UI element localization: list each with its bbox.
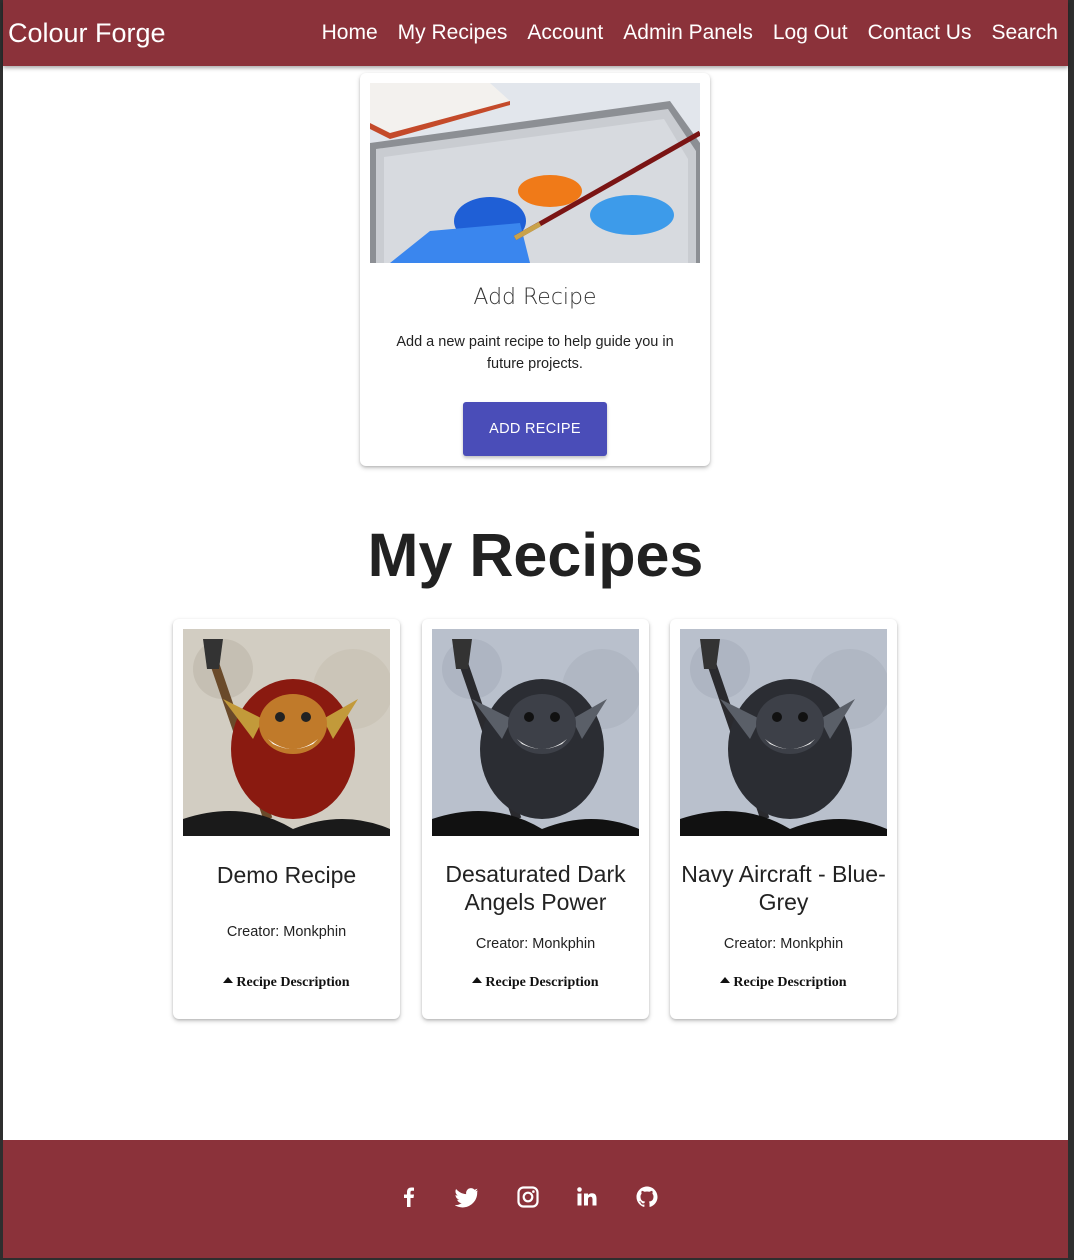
recipe-description-label: Recipe Description <box>236 975 350 990</box>
add-recipe-button[interactable]: ADD RECIPE <box>463 402 607 456</box>
footer <box>3 1140 1068 1258</box>
linkedin-icon[interactable] <box>575 1185 599 1209</box>
caret-up-icon <box>472 977 483 983</box>
add-recipe-title: Add Recipe <box>473 285 597 310</box>
nav-account[interactable]: Account <box>517 21 613 45</box>
twitter-icon[interactable] <box>454 1185 479 1209</box>
goblin-painter-image <box>183 629 390 836</box>
goblin-painter-image <box>432 629 639 836</box>
recipe-title: Desaturated Dark Angels Power <box>445 861 626 915</box>
facebook-icon[interactable] <box>397 1185 421 1209</box>
recipe-card[interactable]: Demo Recipe Creator: Monkphin Recipe Des… <box>173 619 400 1019</box>
recipe-title: Demo Recipe <box>216 862 357 888</box>
page: Colour Forge Home My Recipes Account Adm… <box>3 0 1068 1258</box>
caret-up-icon <box>223 977 234 983</box>
recipe-description-toggle[interactable]: Recipe Description <box>422 975 649 991</box>
page-title: My Recipes <box>367 521 704 589</box>
nav-my-recipes[interactable]: My Recipes <box>388 21 518 45</box>
recipe-card[interactable]: Navy Aircraft - Blue-Grey Creator: Monkp… <box>670 619 897 1019</box>
recipe-title: Navy Aircraft - Blue-Grey <box>681 861 886 915</box>
github-icon[interactable] <box>635 1185 659 1209</box>
recipe-creator: Creator: Monkphin <box>226 924 347 940</box>
nav-links: Home My Recipes Account Admin Panels Log… <box>312 21 1058 45</box>
recipe-creator: Creator: Monkphin <box>723 936 844 952</box>
recipe-description-toggle[interactable]: Recipe Description <box>173 975 400 991</box>
nav-admin-panels[interactable]: Admin Panels <box>613 21 763 45</box>
recipe-card[interactable]: Desaturated Dark Angels Power Creator: M… <box>422 619 649 1019</box>
goblin-painter-image <box>680 629 887 836</box>
recipe-creator: Creator: Monkphin <box>475 936 596 952</box>
add-recipe-description: Add a new paint recipe to help guide you… <box>396 334 674 372</box>
recipe-description-toggle[interactable]: Recipe Description <box>670 975 897 991</box>
navbar: Colour Forge Home My Recipes Account Adm… <box>3 0 1068 66</box>
brand-logo[interactable]: Colour Forge <box>8 18 166 49</box>
recipe-description-label: Recipe Description <box>733 975 847 990</box>
paint-palette-image <box>370 83 700 263</box>
caret-up-icon <box>720 977 731 983</box>
nav-search[interactable]: Search <box>981 21 1058 45</box>
add-recipe-card: Add Recipe Add a new paint recipe to hel… <box>360 73 710 466</box>
nav-home[interactable]: Home <box>312 21 388 45</box>
nav-log-out[interactable]: Log Out <box>763 21 858 45</box>
instagram-icon[interactable] <box>516 1185 540 1209</box>
recipe-description-label: Recipe Description <box>485 975 599 990</box>
nav-contact-us[interactable]: Contact Us <box>858 21 982 45</box>
